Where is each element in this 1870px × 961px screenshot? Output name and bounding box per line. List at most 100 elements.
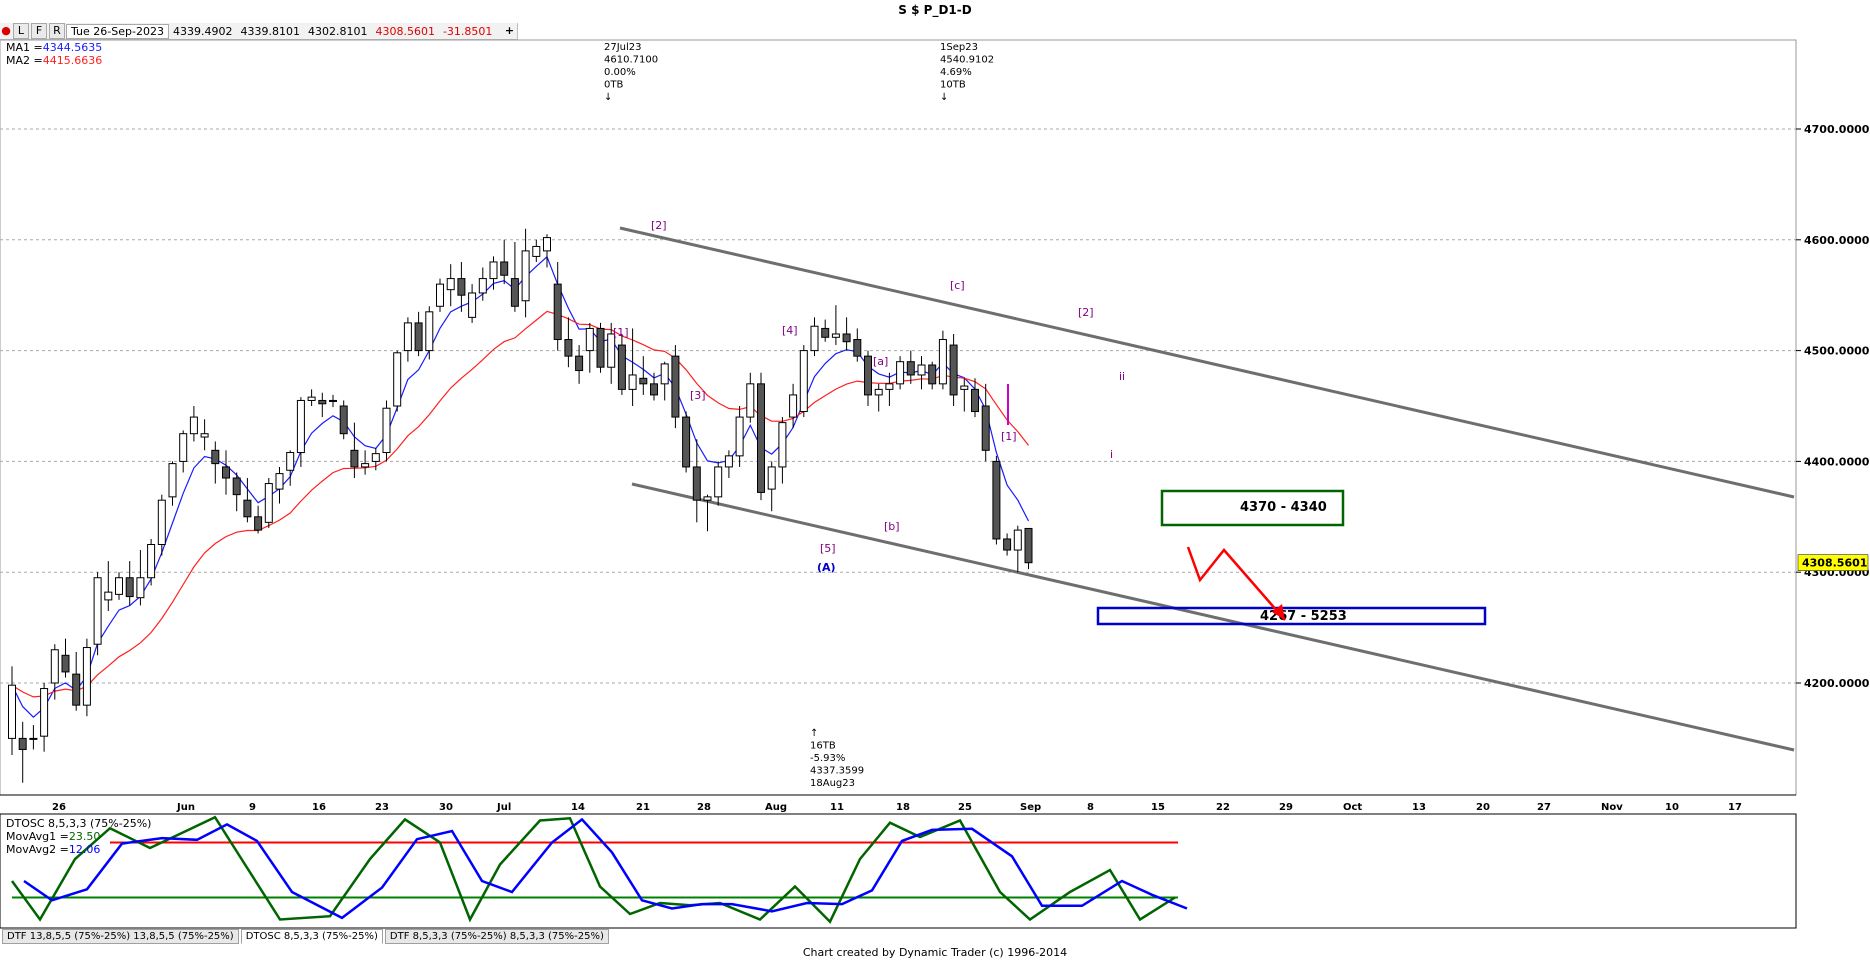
target-zone-green-label: 4370 - 4340 [1240,500,1327,515]
candle-body [414,322,423,352]
tab-dtosc[interactable]: DTOSC 8,5,3,3 (75%-25%) [240,929,383,944]
ma1-label: MA1 = [6,41,43,54]
candle-body [136,577,145,599]
x-tick-label: 9 [249,802,256,813]
candle-body [50,649,59,684]
candle-body [361,463,370,468]
candle-body [757,383,765,493]
candle-body [436,283,444,307]
candle-body [596,327,605,368]
candle-body [585,327,594,352]
candle-body [564,339,573,357]
candle-body [457,278,466,296]
candle-body [650,383,658,396]
pivot-label-line: 0TB [604,80,623,91]
x-tick-label: Jul [496,802,511,813]
candle-body [938,339,947,385]
candle-body [960,385,969,390]
pivot-label-line: 4540.9102 [940,55,994,66]
x-tick-label: 13 [1412,802,1426,813]
candle-body [682,416,691,468]
candle-body [329,399,337,402]
wave-label: ii [1119,370,1125,383]
candle-body [339,405,348,435]
y-tick-label: 4600.0000 [1804,234,1870,247]
candle-body [478,278,487,294]
tab-dtf-13[interactable]: DTF 13,8,5,5 (75%-25%) 13,8,5,5 (75%-25%… [2,929,239,944]
candle-body [746,383,755,418]
x-tick-label: Sep [1020,802,1041,813]
pivot-label-line: 10TB [940,80,966,91]
candle-body [307,396,316,401]
x-tick-label: 28 [697,802,711,813]
wave-label: [2] [1078,306,1094,319]
candle-body [350,449,359,468]
x-tick-label: Nov [1601,802,1623,813]
candle-body [382,407,391,454]
candle-body [714,466,723,498]
candle-body [72,673,81,706]
pivot-label-line: ↑ [810,728,818,739]
candle-body [896,361,905,385]
osc-mov2-value: 12.06 [68,843,101,856]
osc-legend: DTOSC 8,5,3,3 (75%-25%) MovAvg1 =23.50 M… [6,817,151,856]
price-panel-frame [0,39,1797,796]
pivot-label-line: 18Aug23 [810,778,855,789]
osc-mov1-label: MovAvg1 = [6,830,69,843]
last-price-label: 4308.5601 [1802,557,1867,570]
x-tick-label: 8 [1087,802,1094,813]
pivot-label-line: 0.00% [604,67,636,78]
x-tick-label: 25 [958,802,972,813]
candle-body [553,283,562,341]
candle-body [61,654,70,673]
candle-body [318,399,327,405]
tab-dtf-8[interactable]: DTF 8,5,3,3 (75%-25%) 8,5,3,3 (75%-25%) [384,929,609,944]
wave-label: [a] [873,355,888,368]
x-tick-label: 17 [1728,802,1742,813]
x-tick-label: 26 [52,802,66,813]
osc-panel-frame [0,813,1797,929]
x-tick-label: Jun [176,802,195,813]
candle-body [168,463,177,498]
candle-body [778,422,787,468]
x-tick-label: 10 [1665,802,1679,813]
candle-body [179,433,188,462]
candle-body [767,466,776,490]
candle-body [82,647,91,706]
credit-footer: Chart created by Dynamic Trader (c) 1996… [802,946,1068,959]
pivot-label-line: 4.69% [940,67,972,78]
wave-label: [3] [690,389,706,402]
candle-body [446,278,455,291]
x-tick-label: Aug [765,802,787,813]
candle-body [532,245,541,257]
pivot-label-line: 16TB [810,741,836,752]
candle-body [286,452,295,471]
chart-canvas: 27Jul234610.71000.00%0TB↓1Sep234540.9102… [0,39,1870,929]
candle-body [1003,538,1012,551]
candle-body [254,516,263,531]
candle-body [831,333,840,338]
x-tick-label: 21 [636,802,650,813]
chart-window: S $ P_D1-D ● L F R Tue 26-Sep-2023 4339.… [0,0,1870,961]
candle-body [971,388,979,413]
x-tick-label: 30 [439,802,453,813]
candle-body [232,477,241,496]
candle-body [543,237,551,252]
candle-body [575,355,584,372]
x-tick-label: Oct [1343,802,1362,813]
candle-body [992,460,1001,540]
wave-label: [2] [651,219,667,232]
candle-body [243,499,252,518]
ma2-value: 4415.6636 [42,54,103,67]
channel-upper-line [619,226,1795,499]
candle-body [200,433,209,438]
wave-label: [1] [1001,430,1017,443]
indicator-tabs: DTF 13,8,5,5 (75%-25%) 13,8,5,5 (75%-25%… [2,929,611,944]
candle-body [211,449,220,465]
candle-body [671,355,680,418]
candle-body [735,416,744,457]
candle-body [639,377,648,385]
candle-body [617,344,626,390]
candle-body [949,344,958,396]
candle-body [403,322,412,352]
